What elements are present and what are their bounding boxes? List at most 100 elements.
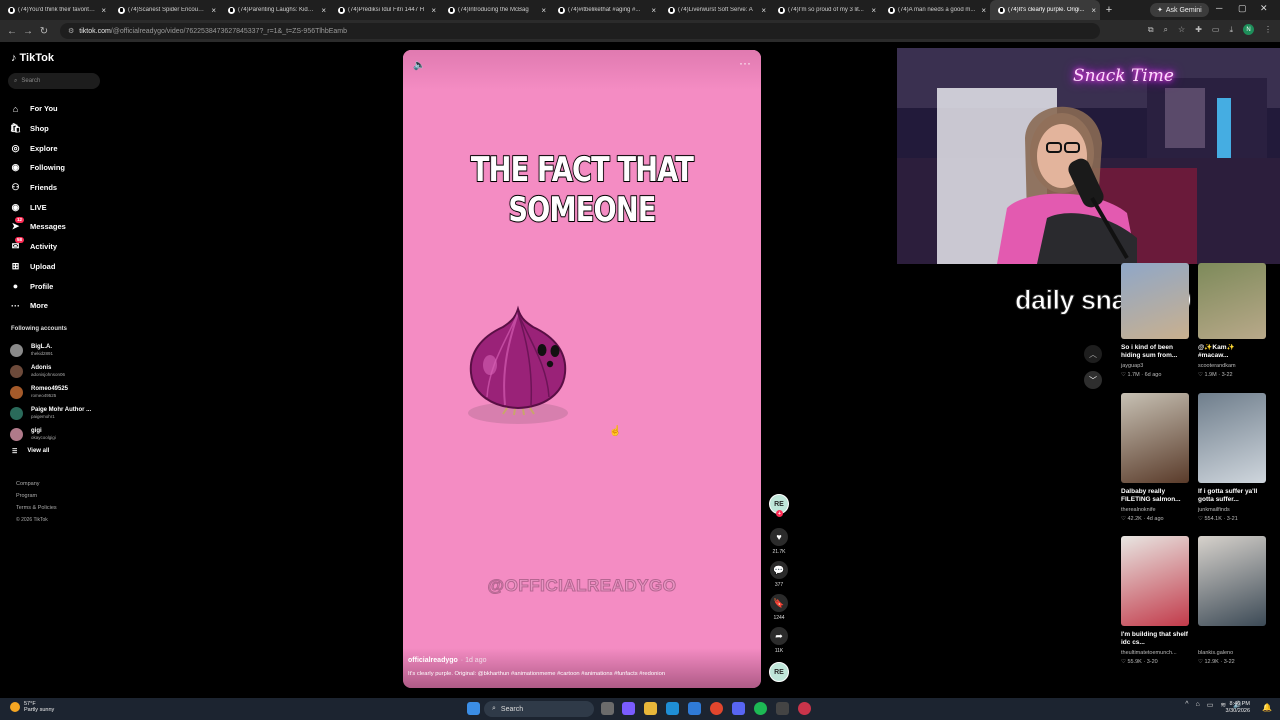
close-tab-icon[interactable]: ×	[541, 6, 546, 15]
sidebar-item-live[interactable]: ◉ LIVE	[10, 197, 66, 217]
following-account[interactable]: Paige Mohr Author ... paigemohr1	[10, 403, 91, 424]
split-view-icon[interactable]: ▭	[1212, 25, 1220, 34]
close-tab-icon[interactable]: ×	[321, 6, 326, 15]
browser-tab[interactable]: (74)Scariest Spider Encounters ×	[110, 0, 220, 20]
browser-tab[interactable]: (74)Prediksi Idul Fitri 1447 H ×	[330, 0, 440, 20]
bookmark-star-icon[interactable]: ☆	[1178, 25, 1185, 34]
close-tab-icon[interactable]: ×	[761, 6, 766, 15]
share-arrow-icon[interactable]: ➦	[770, 627, 788, 645]
following-account[interactable]: BigL.A. thekid2891	[10, 340, 91, 361]
file-explorer-icon[interactable]	[644, 702, 657, 715]
following-account[interactable]: Adonis adonisjohnson06	[10, 361, 91, 382]
close-tab-icon[interactable]: ×	[981, 6, 986, 15]
zoom-icon[interactable]: ⌕	[1164, 25, 1168, 35]
sidebar-item-more[interactable]: ··· More	[10, 296, 66, 316]
feed-video-user[interactable]: jayguap3	[1121, 363, 1189, 369]
sidebar-item-explore[interactable]: ◎ Explore	[10, 138, 66, 158]
feed-video-card[interactable]: Dalbaby really FILETING salmon... thereal…	[1121, 393, 1189, 522]
sidebar-item-following[interactable]: ◉ Following	[10, 158, 66, 178]
discord-icon[interactable]	[732, 702, 745, 715]
notifications-icon[interactable]: 🔔	[1262, 703, 1272, 712]
video-thumbnail[interactable]	[1198, 536, 1266, 626]
footer-program-link[interactable]: Program	[16, 490, 57, 502]
feed-video-title[interactable]: @✨Kam✨ #macaw...	[1198, 344, 1266, 360]
tray-chevron-icon[interactable]: ^	[1185, 701, 1188, 709]
feed-video-user[interactable]: scooterandkam	[1198, 363, 1266, 369]
extensions-icon[interactable]: ✚	[1195, 25, 1202, 34]
reload-icon[interactable]: ↻	[36, 26, 52, 37]
more-options-icon[interactable]: ···	[739, 56, 751, 70]
feed-video-title[interactable]: So i kind of been hiding sum from...	[1121, 344, 1189, 360]
video-player[interactable]: 🔈 ··· THE FACT THAT SOMEONE @OFFICIALREA…	[403, 50, 761, 688]
close-tab-icon[interactable]: ×	[1091, 6, 1096, 15]
forward-icon[interactable]: →	[20, 26, 36, 37]
system-clock[interactable]: 8:46 PM 3/30/2026	[1226, 701, 1250, 715]
new-tab-button[interactable]: +	[1100, 4, 1118, 16]
network-icon[interactable]: ⌂	[1196, 701, 1200, 709]
creator-avatar[interactable]: RE +	[769, 494, 789, 517]
sidebar-item-upload[interactable]: ⊞ Upload	[10, 257, 66, 277]
browser-tab[interactable]: (74)You'd think their favorite... ×	[0, 0, 110, 20]
sidebar-item-friends[interactable]: ⚇ Friends	[10, 178, 66, 198]
url-input[interactable]: ⚙ tiktok.com/@officialreadygo/video/7622…	[60, 23, 1100, 39]
sidebar-item-profile[interactable]: ● Profile	[10, 276, 66, 296]
sound-disc-avatar[interactable]: RE	[769, 662, 789, 682]
video-thumbnail[interactable]	[1121, 263, 1189, 339]
minimize-button[interactable]: ─	[1216, 3, 1222, 13]
close-tab-icon[interactable]: ×	[871, 6, 876, 15]
scroll-up-icon[interactable]: ︿	[1084, 345, 1102, 363]
site-info-icon[interactable]: ⚙	[68, 27, 74, 35]
video-thumbnail[interactable]	[1198, 393, 1266, 483]
like-heart-icon[interactable]: ♥	[770, 528, 788, 546]
edge-browser-icon[interactable]	[666, 702, 679, 715]
app-icon[interactable]	[776, 702, 789, 715]
profile-avatar[interactable]: N	[1243, 24, 1254, 35]
obs-icon[interactable]	[798, 702, 811, 715]
battery-icon[interactable]: ▭	[1207, 701, 1214, 709]
feed-video-card[interactable]: So i kind of been hiding sum from... jayg…	[1121, 263, 1189, 378]
windows-start-icon[interactable]	[467, 702, 480, 715]
feed-video-card[interactable]: If i gotta suffer ya'll gotta suffer... j…	[1198, 393, 1266, 522]
weather-widget[interactable]: 57°F Partly sunny	[10, 701, 54, 713]
footer-terms-link[interactable]: Terms & Policies	[16, 502, 57, 514]
downloads-icon[interactable]: ⤓	[1229, 25, 1233, 35]
bookmark-icon[interactable]: 🔖	[770, 594, 788, 612]
sidebar-item-shop[interactable]: 🛍 Shop	[10, 119, 66, 139]
close-tab-icon[interactable]: ×	[651, 6, 656, 15]
feed-video-title[interactable]: I'm building that shelf idc cs...	[1121, 631, 1189, 647]
sidebar-item-for-you[interactable]: ⌂ For You	[10, 99, 66, 119]
cast-icon[interactable]: ⧉	[1148, 25, 1154, 35]
author-name[interactable]: officialreadygo	[408, 657, 458, 664]
feed-video-title[interactable]: If i gotta suffer ya'll gotta suffer...	[1198, 488, 1266, 504]
video-author[interactable]: officialreadygo · 1d ago	[408, 657, 486, 664]
task-view-icon[interactable]	[601, 702, 614, 715]
browser-tab[interactable]: (74)It's clearly purple. Origi... ×	[990, 0, 1100, 20]
view-all-button[interactable]: ☰ View all	[12, 448, 49, 455]
feed-video-user[interactable]: therealnoknife	[1121, 507, 1189, 513]
menu-kebab-icon[interactable]: ⋮	[1264, 25, 1272, 34]
close-window-button[interactable]: ✕	[1260, 3, 1268, 14]
store-icon[interactable]	[688, 702, 701, 715]
browser-tab[interactable]: (74)#itbelikethat #aging #... ×	[550, 0, 660, 20]
close-tab-icon[interactable]: ×	[211, 6, 216, 15]
taskbar-search[interactable]: ⌕ Search	[484, 701, 594, 717]
following-account[interactable]: gigi okaycoolgigi	[10, 424, 91, 445]
feed-video-user[interactable]: blankis.galeno	[1198, 650, 1266, 656]
volume-icon[interactable]: 🔈	[413, 60, 425, 71]
video-thumbnail[interactable]	[1198, 263, 1266, 339]
scroll-down-icon[interactable]: ﹀	[1084, 371, 1102, 389]
follow-plus-icon[interactable]: +	[776, 510, 783, 517]
video-thumbnail[interactable]	[1121, 536, 1189, 626]
video-thumbnail[interactable]	[1121, 393, 1189, 483]
footer-company-link[interactable]: Company	[16, 478, 57, 490]
copilot-icon[interactable]	[622, 702, 635, 715]
maximize-button[interactable]: ▢	[1238, 3, 1247, 14]
close-tab-icon[interactable]: ×	[101, 6, 106, 15]
chrome-icon[interactable]	[710, 702, 723, 715]
browser-tab[interactable]: (74)Parenting Laughs: Kids a... ×	[220, 0, 330, 20]
back-icon[interactable]: ←	[4, 26, 20, 37]
tiktok-logo[interactable]: ♪ TikTok	[11, 52, 54, 64]
comment-icon[interactable]: 💬	[770, 561, 788, 579]
following-account[interactable]: Romeo49525 romeo49525	[10, 382, 91, 403]
feed-video-card[interactable]: @✨Kam✨ #macaw... scooterandkam ♡ 1.9M · 3-…	[1198, 263, 1266, 378]
